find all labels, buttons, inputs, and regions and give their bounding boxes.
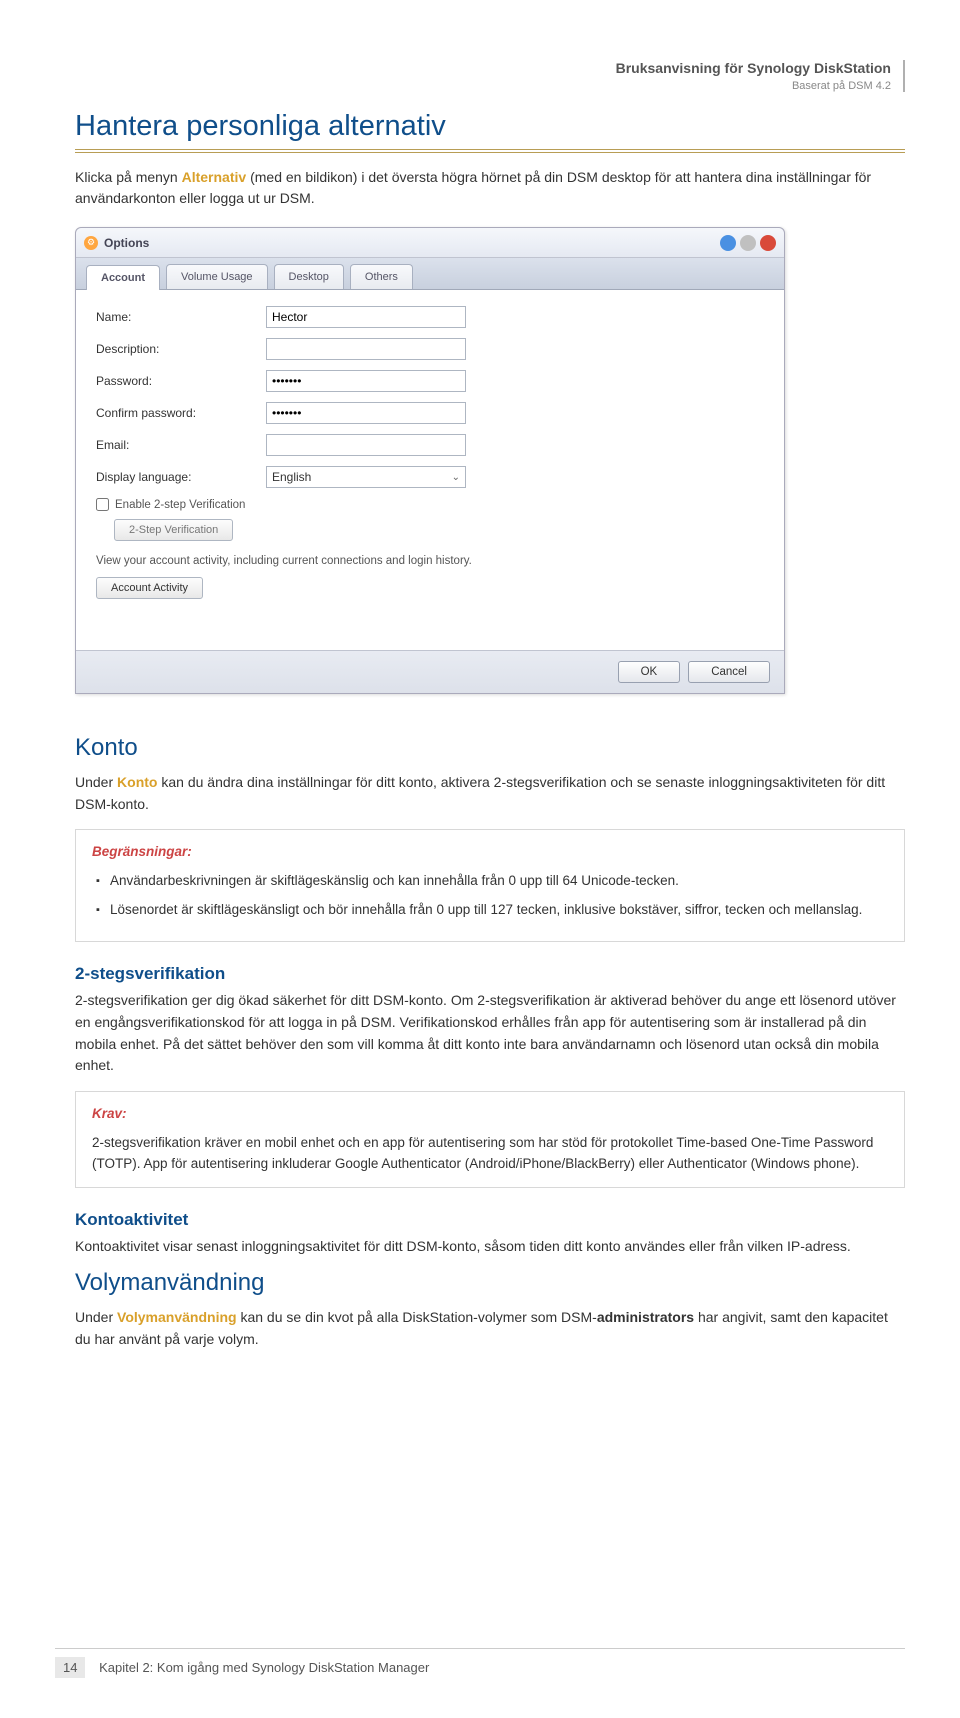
requirements-text: 2-stegsverifikation kräver en mobil enhe… bbox=[92, 1133, 888, 1175]
tab-account[interactable]: Account bbox=[86, 265, 160, 290]
activity-note: View your account activity, including cu… bbox=[96, 555, 764, 567]
limitation-item: Lösenordet är skiftlägeskänsligt och bör… bbox=[96, 900, 888, 921]
description-label: Description: bbox=[96, 342, 266, 356]
limitation-item: Användarbeskrivningen är skiftlägeskänsl… bbox=[96, 871, 888, 892]
window-title: Options bbox=[104, 236, 149, 250]
description-input[interactable] bbox=[266, 338, 466, 360]
email-label: Email: bbox=[96, 438, 266, 452]
options-window: ⚙ Options Account Volume Usage Desktop O… bbox=[75, 227, 785, 694]
volym-heading: Volymanvändning bbox=[75, 1269, 905, 1297]
page-running-header: Bruksanvisning för Synology DiskStation … bbox=[75, 60, 905, 92]
password-label: Password: bbox=[96, 374, 266, 388]
tabs-bar: Account Volume Usage Desktop Others bbox=[76, 258, 784, 290]
kontoaktivitet-paragraph: Kontoaktivitet visar senast inloggningsa… bbox=[75, 1236, 905, 1258]
konto-paragraph: Under Konto kan du ändra dina inställnin… bbox=[75, 772, 905, 815]
options-icon: ⚙ bbox=[84, 236, 98, 250]
ok-button[interactable]: OK bbox=[618, 661, 681, 683]
confirm-password-input[interactable] bbox=[266, 402, 466, 424]
language-select[interactable]: English ⌄ bbox=[266, 466, 466, 488]
two-step-verification-button[interactable]: 2-Step Verification bbox=[114, 519, 233, 541]
header-line1: Bruksanvisning för Synology DiskStation bbox=[616, 60, 891, 76]
account-activity-button[interactable]: Account Activity bbox=[96, 577, 203, 599]
chevron-down-icon: ⌄ bbox=[452, 472, 460, 483]
volym-paragraph: Under Volymanvändning kan du se din kvot… bbox=[75, 1307, 905, 1350]
minimize-button[interactable] bbox=[740, 235, 756, 251]
section-title: Hantera personliga alternativ bbox=[75, 110, 905, 143]
kontoaktivitet-heading: Kontoaktivitet bbox=[75, 1210, 905, 1230]
twostep-heading: 2-stegsverifikation bbox=[75, 964, 905, 984]
page-number: 14 bbox=[55, 1657, 85, 1678]
tab-desktop[interactable]: Desktop bbox=[274, 264, 344, 289]
window-footer: OK Cancel bbox=[76, 650, 784, 693]
twostep-paragraph: 2-stegsverifikation ger dig ökad säkerhe… bbox=[75, 990, 905, 1077]
tab-volume-usage[interactable]: Volume Usage bbox=[166, 264, 268, 289]
header-line2: Baserat på DSM 4.2 bbox=[792, 80, 891, 92]
password-input[interactable] bbox=[266, 370, 466, 392]
cancel-button[interactable]: Cancel bbox=[688, 661, 770, 683]
close-button[interactable] bbox=[760, 235, 776, 251]
confirm-password-label: Confirm password: bbox=[96, 406, 266, 420]
window-body: Name: Description: Password: Confirm pas… bbox=[76, 290, 784, 650]
name-label: Name: bbox=[96, 310, 266, 324]
language-label: Display language: bbox=[96, 470, 266, 484]
keyword-alternativ: Alternativ bbox=[182, 169, 247, 185]
intro-paragraph: Klicka på menyn Alternativ (med en bildi… bbox=[75, 167, 905, 209]
page-footer: 14 Kapitel 2: Kom igång med Synology Dis… bbox=[55, 1648, 905, 1678]
footer-chapter: Kapitel 2: Kom igång med Synology DiskSt… bbox=[99, 1660, 429, 1675]
tab-others[interactable]: Others bbox=[350, 264, 413, 289]
title-rule bbox=[75, 149, 905, 150]
requirements-box: Krav: 2-stegsverifikation kräver en mobi… bbox=[75, 1091, 905, 1188]
name-input[interactable] bbox=[266, 306, 466, 328]
limitations-box: Begränsningar: Användarbeskrivningen är … bbox=[75, 829, 905, 942]
limitations-title: Begränsningar: bbox=[92, 842, 888, 863]
help-button[interactable] bbox=[720, 235, 736, 251]
window-titlebar[interactable]: ⚙ Options bbox=[76, 228, 784, 258]
email-input[interactable] bbox=[266, 434, 466, 456]
enable-2step-label: Enable 2-step Verification bbox=[115, 499, 245, 511]
enable-2step-checkbox[interactable] bbox=[96, 498, 109, 511]
title-rule bbox=[75, 152, 905, 153]
requirements-title: Krav: bbox=[92, 1104, 888, 1125]
konto-heading: Konto bbox=[75, 734, 905, 762]
